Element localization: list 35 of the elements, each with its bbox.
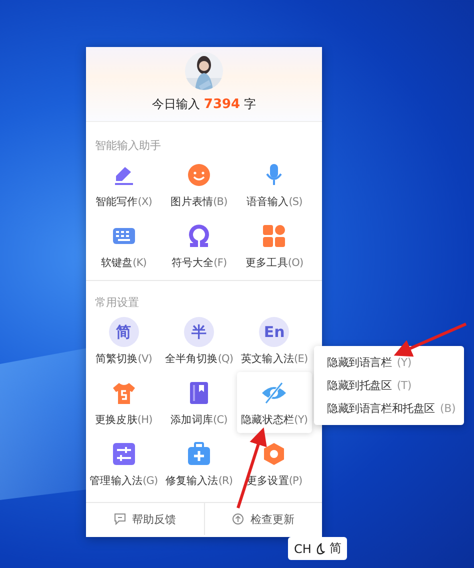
- tool-button[interactable]: 修复输入法(R): [161, 433, 237, 494]
- tool-button[interactable]: 语音输入(S): [236, 154, 312, 215]
- chat-icon: [114, 513, 126, 525]
- tiles-icon: [261, 223, 288, 249]
- upload-icon: [232, 513, 244, 525]
- tool-button[interactable]: 添加词库(C): [161, 372, 237, 433]
- moon-icon: [315, 542, 326, 554]
- menu-item[interactable]: 隐藏到语言栏和托盘区 (B): [314, 397, 464, 420]
- glyph-icon: En: [259, 317, 290, 347]
- glyph-icon: 简: [108, 317, 139, 347]
- tool-button[interactable]: 图片表情(B): [161, 154, 237, 215]
- tool-button[interactable]: En 英文输入法(E): [236, 311, 312, 372]
- tool-button[interactable]: 半 全半角切换(Q): [161, 311, 237, 372]
- tool-button[interactable]: 管理输入法(G): [86, 433, 162, 494]
- tool-button[interactable]: 符号大全(F): [161, 215, 237, 276]
- tool-button[interactable]: 更多工具(O): [236, 215, 312, 276]
- toolbox-icon: [186, 441, 212, 467]
- tool-button[interactable]: 更换皮肤(H): [86, 372, 162, 433]
- section-title: 常用设置: [94, 295, 139, 310]
- smiley-icon: [186, 162, 212, 188]
- crossed-eye-icon: [261, 380, 288, 406]
- tool-button[interactable]: 隐藏状态栏(Y): [236, 372, 312, 433]
- footer-button[interactable]: 检查更新: [204, 503, 322, 535]
- tool-button[interactable]: 软键盘(K): [86, 215, 162, 276]
- menu-item[interactable]: 隐藏到语言栏 (Y): [314, 351, 464, 374]
- section-title: 智能输入助手: [94, 138, 161, 153]
- sliders-icon: [110, 441, 137, 467]
- mode-indicator[interactable]: 简: [329, 540, 342, 557]
- input-count-text: 今日输入 7394 字: [152, 96, 256, 113]
- shirt-icon: [110, 380, 137, 406]
- glyph-icon: 半: [184, 317, 214, 347]
- tool-button[interactable]: 智能写作(X): [86, 154, 162, 215]
- menu-item[interactable]: 隐藏到托盘区 (T): [314, 374, 464, 397]
- tool-button[interactable]: 简 简繁切换(V): [86, 311, 162, 372]
- language-indicator[interactable]: CH: [294, 542, 312, 556]
